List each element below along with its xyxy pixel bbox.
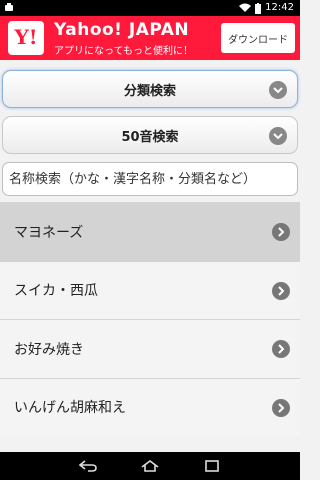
ad-subtitle: アプリになってもっと便利に！: [54, 46, 193, 57]
status-time: 12:42: [265, 2, 294, 13]
logo-text: Y!: [14, 25, 38, 49]
kana-search-label: 50音検索: [121, 129, 179, 145]
list-item-label: マヨネーズ: [14, 224, 84, 241]
list-item[interactable]: お好み焼き: [0, 319, 300, 378]
chevron-right-icon: [272, 223, 290, 241]
list-item[interactable]: スイカ・西瓜: [0, 260, 300, 319]
chevron-right-icon: [272, 398, 290, 417]
battery-icon: [255, 2, 262, 14]
back-icon[interactable]: [78, 458, 98, 474]
download-button[interactable]: ダウンロード: [221, 23, 295, 53]
list-item[interactable]: マヨネーズ: [0, 202, 300, 261]
chevron-down-icon: [269, 127, 287, 145]
category-search-button[interactable]: 分類検索: [2, 70, 298, 108]
kana-search-button[interactable]: 50音検索: [2, 116, 298, 154]
list-item[interactable]: いんげん胡麻和え: [0, 377, 300, 436]
chevron-right-icon: [272, 340, 290, 358]
ad-banner[interactable]: Y! Yahoo! JAPAN アプリになってもっと便利に！ ダウンロード: [0, 16, 300, 60]
navigation-bar: [0, 452, 300, 480]
status-bar: 12:42: [0, 0, 300, 16]
home-icon[interactable]: [140, 458, 160, 474]
wifi-icon: [239, 3, 252, 13]
ad-title: Yahoo! JAPAN: [54, 20, 190, 40]
android-notification-icon: [4, 2, 14, 12]
chevron-right-icon: [272, 281, 290, 300]
chevron-down-icon: [269, 81, 287, 99]
category-search-label: 分類検索: [123, 83, 176, 99]
name-search-input[interactable]: [2, 162, 298, 196]
recents-icon[interactable]: [202, 458, 222, 474]
food-list: マヨネーズ スイカ・西瓜 お好み焼き いんげん胡麻和え: [0, 202, 300, 436]
list-item-label: いんげん胡麻和え: [14, 400, 126, 417]
yahoo-logo: Y!: [8, 21, 44, 55]
list-item-label: お好み焼き: [14, 341, 84, 358]
list-item-label: スイカ・西瓜: [14, 283, 98, 300]
